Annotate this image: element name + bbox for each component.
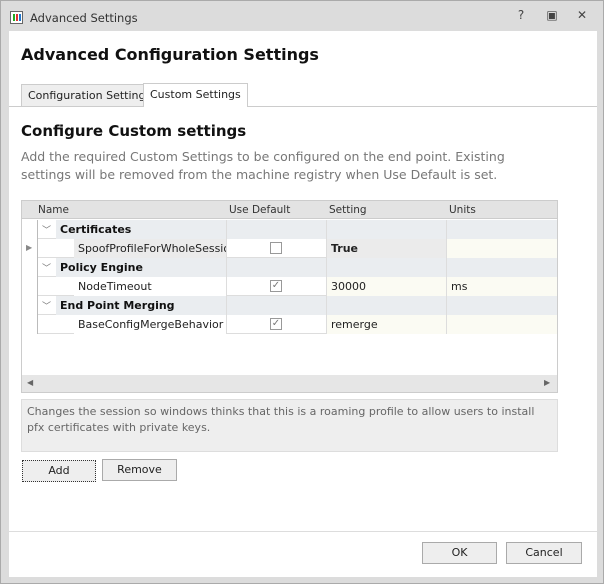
add-button[interactable]: Add [22, 460, 96, 482]
setting-value[interactable]: True [327, 239, 447, 258]
units-value[interactable] [447, 315, 557, 334]
column-header-units[interactable]: Units [449, 204, 476, 216]
tab-divider [9, 106, 597, 107]
window-title: Advanced Settings [30, 11, 138, 25]
use-default-cell: ✓ [227, 277, 327, 296]
column-header-use-default[interactable]: Use Default [229, 204, 290, 216]
column-header-name[interactable]: Name [38, 204, 69, 216]
setting-value[interactable]: remerge [327, 315, 447, 334]
ok-button[interactable]: OK [422, 542, 497, 564]
table-row[interactable]: NodeTimeout ✓ 30000 ms [22, 277, 557, 296]
scroll-left-icon[interactable]: ◀ [27, 378, 33, 387]
setting-name[interactable]: SpoofProfileForWholeSession [74, 239, 227, 258]
group-cell [327, 220, 447, 239]
app-icon [10, 11, 23, 24]
remove-button[interactable]: Remove [102, 459, 177, 481]
row-header[interactable] [22, 296, 38, 315]
row-header[interactable] [22, 258, 38, 277]
page-title: Advanced Configuration Settings [21, 45, 319, 64]
section-description: Add the required Custom Settings to be c… [21, 149, 505, 182]
group-name: Certificates [56, 220, 227, 239]
indent-cell [56, 277, 74, 296]
column-header-setting[interactable]: Setting [329, 204, 367, 216]
group-row[interactable]: ﹀ End Point Merging [22, 296, 557, 315]
table-row[interactable]: ▶ SpoofProfileForWholeSession True [22, 239, 557, 258]
current-row-icon: ▶ [26, 243, 33, 252]
group-cell [447, 296, 557, 315]
chevron-down-icon[interactable]: ﹀ [42, 299, 51, 312]
scroll-right-icon[interactable]: ▶ [544, 378, 550, 387]
row-header[interactable] [22, 315, 38, 334]
use-default-checkbox[interactable]: ✓ [270, 318, 282, 330]
advanced-settings-window: Advanced Settings ? ▣ ✕ Advanced Configu… [0, 0, 604, 584]
tab-configuration-settings[interactable]: Configuration Settings [21, 84, 159, 106]
setting-value[interactable]: 30000 [327, 277, 447, 296]
dialog-client: Advanced Configuration Settings Configur… [9, 31, 597, 577]
close-icon[interactable]: ✕ [574, 8, 590, 24]
group-name: End Point Merging [56, 296, 227, 315]
setting-name[interactable]: NodeTimeout [74, 277, 227, 296]
setting-name[interactable]: BaseConfigMergeBehavior [74, 315, 227, 334]
group-cell [227, 296, 327, 315]
setting-description: Changes the session so windows thinks th… [21, 399, 558, 452]
cancel-button[interactable]: Cancel [506, 542, 582, 564]
table-row[interactable]: BaseConfigMergeBehavior ✓ remerge [22, 315, 557, 334]
title-bar: Advanced Settings ? ▣ ✕ [1, 1, 603, 31]
group-cell [447, 220, 557, 239]
help-icon[interactable]: ? [513, 8, 529, 24]
use-default-checkbox[interactable] [270, 242, 282, 254]
group-cell [227, 258, 327, 277]
chevron-down-icon[interactable]: ﹀ [42, 261, 51, 274]
use-default-cell: ✓ [227, 315, 327, 334]
units-value[interactable]: ms [447, 277, 557, 296]
row-header[interactable] [22, 220, 38, 239]
indent-cell [56, 239, 74, 258]
use-default-cell [227, 239, 327, 258]
grid-header: Name Use Default Setting Units [22, 201, 557, 219]
group-cell [327, 258, 447, 277]
units-value[interactable] [447, 239, 557, 258]
tab-custom-settings[interactable]: Custom Settings [143, 83, 248, 107]
row-header[interactable]: ▶ [22, 239, 38, 258]
group-row[interactable]: ﹀ Policy Engine [22, 258, 557, 277]
group-cell [227, 220, 327, 239]
group-row[interactable]: ﹀ Certificates [22, 220, 557, 239]
group-name: Policy Engine [56, 258, 227, 277]
row-header[interactable] [22, 277, 38, 296]
horizontal-scrollbar[interactable]: ◀ ▶ [22, 375, 557, 392]
use-default-checkbox[interactable]: ✓ [270, 280, 282, 292]
footer-divider [9, 531, 597, 532]
group-cell [327, 296, 447, 315]
indent-cell [56, 315, 74, 334]
maximize-icon[interactable]: ▣ [544, 8, 560, 24]
group-cell [447, 258, 557, 277]
section-title: Configure Custom settings [21, 122, 247, 140]
chevron-down-icon[interactable]: ﹀ [42, 223, 51, 236]
custom-settings-grid[interactable]: Name Use Default Setting Units ﹀ Certifi… [21, 200, 558, 393]
